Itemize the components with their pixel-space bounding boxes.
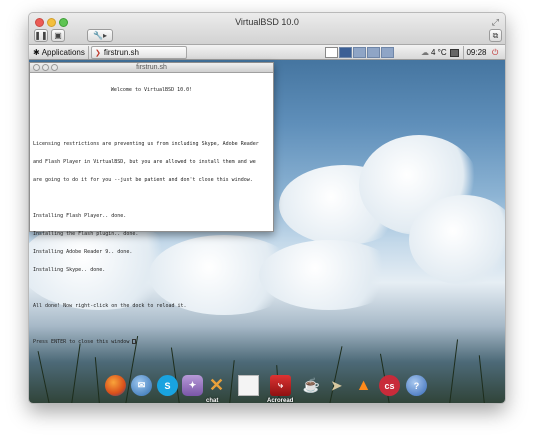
terminal-titlebar[interactable]: firstrun.sh <box>30 63 273 73</box>
terminal-line: Installing Skype.. done. <box>33 267 106 273</box>
workspace-1[interactable] <box>339 47 352 58</box>
pause-button[interactable]: ❚❚ <box>34 29 48 42</box>
grass-blade <box>449 339 459 403</box>
terminal-line: and Flash Player in VirtualBSD, but you … <box>33 159 256 165</box>
terminal-line: Installing Flash Player.. done. <box>33 213 127 219</box>
cloud <box>409 195 505 285</box>
weather-widget[interactable]: ☁ 4 °C <box>421 46 449 59</box>
calibre-icon[interactable]: cs <box>379 375 400 396</box>
cloud-icon: ☁ <box>421 48 429 57</box>
terminal-output[interactable]: Welcome to VirtualBSD 10.0! Licensing re… <box>30 73 273 359</box>
document-icon[interactable] <box>238 375 259 396</box>
top-panel: ✱ Applications ❯ firstrun.sh ☁ 4 °C 09:2… <box>29 45 505 60</box>
tools-button[interactable]: 🔧▸ <box>87 29 113 42</box>
acroread-label: Acroread <box>267 398 294 404</box>
acroread-icon[interactable]: ⤷ <box>270 375 291 396</box>
workspace-2[interactable] <box>353 47 366 58</box>
window-title: VirtualBSD 10.0 <box>235 17 299 27</box>
applications-icon: ✱ <box>33 48 40 57</box>
grass-blade <box>229 360 235 403</box>
terminal-cursor <box>132 339 137 344</box>
terminal-window[interactable]: firstrun.sh Welcome to VirtualBSD 10.0! … <box>29 62 274 345</box>
taskbar-item-firstrun[interactable]: ❯ firstrun.sh <box>91 46 187 59</box>
terminal-line: Installing the Flash plugin.. done. <box>33 231 139 237</box>
fish-icon[interactable]: ➤ <box>326 375 347 396</box>
guest-desktop[interactable]: ✱ Applications ❯ firstrun.sh ☁ 4 °C 09:2… <box>29 45 505 404</box>
applications-menu[interactable]: ✱ Applications <box>31 46 89 59</box>
coffee-icon[interactable]: ☕ <box>301 375 322 396</box>
terminal-prompt-line: Press ENTER to close this window <box>33 339 270 345</box>
screen-button[interactable]: ▣ <box>51 29 65 42</box>
window-titlebar[interactable]: VirtualBSD 10.0 ⤢ ❚❚ ▣ 🔧▸ ⧉ <box>29 13 505 45</box>
applications-label: Applications <box>41 48 85 57</box>
new-document-icon[interactable] <box>325 47 338 58</box>
terminal-line: Press ENTER to close this window <box>33 339 133 345</box>
xchat-label: chat <box>206 398 219 404</box>
terminal-line: Installing Adobe Reader 9.. done. <box>33 249 133 255</box>
terminal-line: Welcome to VirtualBSD 10.0! <box>110 87 193 93</box>
logout-icon[interactable]: ⏻ <box>492 46 504 59</box>
workspace-3[interactable] <box>367 47 380 58</box>
grass-blade <box>37 351 50 403</box>
cloud <box>259 240 399 310</box>
pidgin-icon[interactable]: ✦ <box>182 375 203 396</box>
network-icon[interactable] <box>450 46 462 59</box>
terminal-line: are going to do it for you --just be pat… <box>33 177 253 183</box>
taskbar-item-label: firstrun.sh <box>103 48 139 57</box>
terminal-icon: ❯ <box>95 49 101 57</box>
firefox-icon[interactable] <box>105 375 126 396</box>
weather-temp: 4 °C <box>431 48 447 57</box>
virtualbox-window: VirtualBSD 10.0 ⤢ ❚❚ ▣ 🔧▸ ⧉ ✱ Applicatio… <box>28 12 506 404</box>
terminal-line: Licensing restrictions are preventing us… <box>33 141 259 147</box>
help-icon[interactable]: ? <box>406 375 427 396</box>
snapshot-button[interactable]: ⧉ <box>489 29 502 42</box>
skype-icon[interactable]: S <box>157 375 178 396</box>
fullscreen-icon[interactable]: ⤢ <box>492 17 499 28</box>
terminal-line: All done! Now right-click on the dock to… <box>33 303 187 309</box>
xchat-icon[interactable]: ✕ <box>206 375 227 396</box>
grass-blade <box>94 357 100 403</box>
terminal-title: firstrun.sh <box>136 64 167 71</box>
thunderbird-icon[interactable]: ✉ <box>131 375 152 396</box>
workspace-4[interactable] <box>381 47 394 58</box>
grass-blade <box>478 355 485 403</box>
clock[interactable]: 09:28 <box>463 46 489 59</box>
vlc-icon[interactable]: ▲ <box>353 375 374 396</box>
